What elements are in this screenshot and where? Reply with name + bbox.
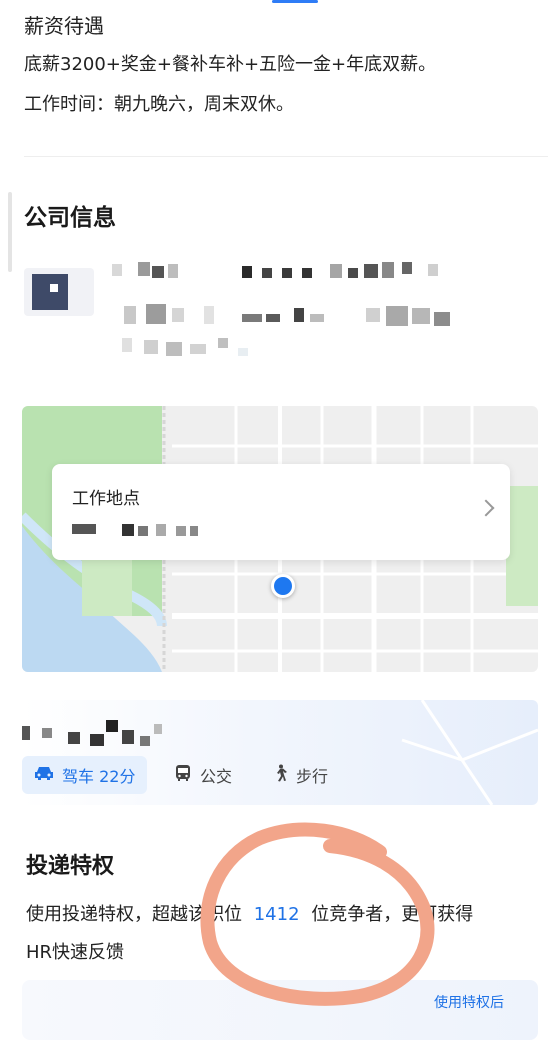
tab-walk[interactable]: 步行	[272, 756, 328, 794]
chevron-right-icon[interactable]	[477, 499, 495, 517]
company-name-redacted[interactable]	[112, 260, 452, 284]
tab-drive-label: 驾车 22分	[62, 767, 136, 786]
delivery-perk-description: 使用投递特权，超越该职位 1412 位竞争者，更可获得	[26, 904, 474, 925]
commute-origin-redacted	[22, 714, 162, 748]
salary-detail-line: 底薪3200+奖金+餐补车补+五险一金+年底双薪。	[24, 54, 437, 75]
delivery-perk-description-line2: HR快速反馈	[26, 942, 125, 963]
tab-bus[interactable]: 公交	[174, 756, 232, 794]
perk-after-label: 使用特权后	[434, 995, 504, 1011]
delivery-perk-title: 投递特权	[26, 854, 115, 879]
salary-section-title: 薪资待遇	[24, 14, 104, 38]
company-extra-redacted	[120, 334, 260, 360]
company-logo[interactable]	[24, 268, 94, 316]
work-location-card[interactable]: 工作地点	[52, 464, 510, 560]
bus-icon	[174, 764, 192, 786]
car-icon	[34, 765, 54, 785]
work-hours-line: 工作时间：朝九晚六，周末双休。	[24, 94, 294, 115]
company-section-title: 公司信息	[24, 205, 116, 231]
company-info-redacted	[120, 302, 480, 328]
walk-icon	[272, 764, 288, 786]
work-address-redacted	[72, 522, 212, 538]
work-location-title: 工作地点	[72, 489, 140, 509]
tab-walk-label: 步行	[296, 767, 329, 786]
scroll-indicator	[8, 192, 12, 272]
tab-bus-label: 公交	[200, 767, 233, 786]
section-divider	[24, 156, 548, 157]
tab-drive[interactable]: 驾车 22分	[22, 756, 148, 794]
competitor-count: 1412	[253, 904, 300, 925]
top-scroll-tab-indicator	[272, 0, 318, 3]
location-pin-icon	[271, 574, 295, 598]
